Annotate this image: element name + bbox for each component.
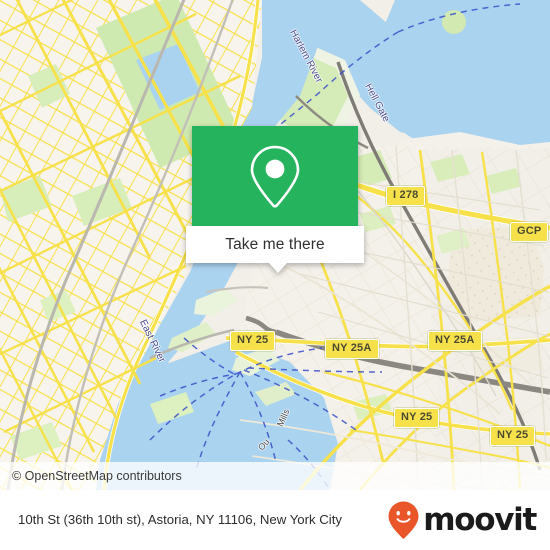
highway-shield: I 278 xyxy=(386,186,426,206)
map-screenshot: Harlem River Hell Gate East River Mills Ou … xyxy=(0,0,550,550)
highway-shield: NY 25 xyxy=(490,426,536,446)
take-me-there-card[interactable]: Take me there xyxy=(186,126,364,273)
highway-shield: NY 25A xyxy=(428,331,482,351)
openstreetmap-attribution[interactable]: © OpenStreetMap contributors xyxy=(0,469,182,483)
poi-card-footer[interactable]: Take me there xyxy=(186,226,364,263)
highway-shield: NY 25 xyxy=(230,331,276,351)
highway-shield: NY 25 xyxy=(394,408,440,428)
take-me-there-label: Take me there xyxy=(225,235,325,253)
moovit-pin-smiley-icon xyxy=(388,501,419,539)
footer-bar: 10th St (36th 10th st), Astoria, NY 1110… xyxy=(0,490,550,550)
highway-shield: NY 25A xyxy=(325,339,379,359)
map-canvas[interactable]: Harlem River Hell Gate East River Mills Ou … xyxy=(0,0,550,490)
poi-card-header xyxy=(192,126,358,226)
poi-card-pointer-tail xyxy=(269,263,287,273)
address-text: 10th St (36th 10th st), Astoria, NY 1110… xyxy=(18,512,342,528)
map-pin-icon xyxy=(250,145,300,208)
attribution-bar: © OpenStreetMap contributors xyxy=(0,462,550,490)
highway-shield: GCP xyxy=(510,222,549,242)
moovit-wordmark: moovit xyxy=(423,501,537,538)
moovit-logo[interactable]: moovit xyxy=(387,500,550,540)
